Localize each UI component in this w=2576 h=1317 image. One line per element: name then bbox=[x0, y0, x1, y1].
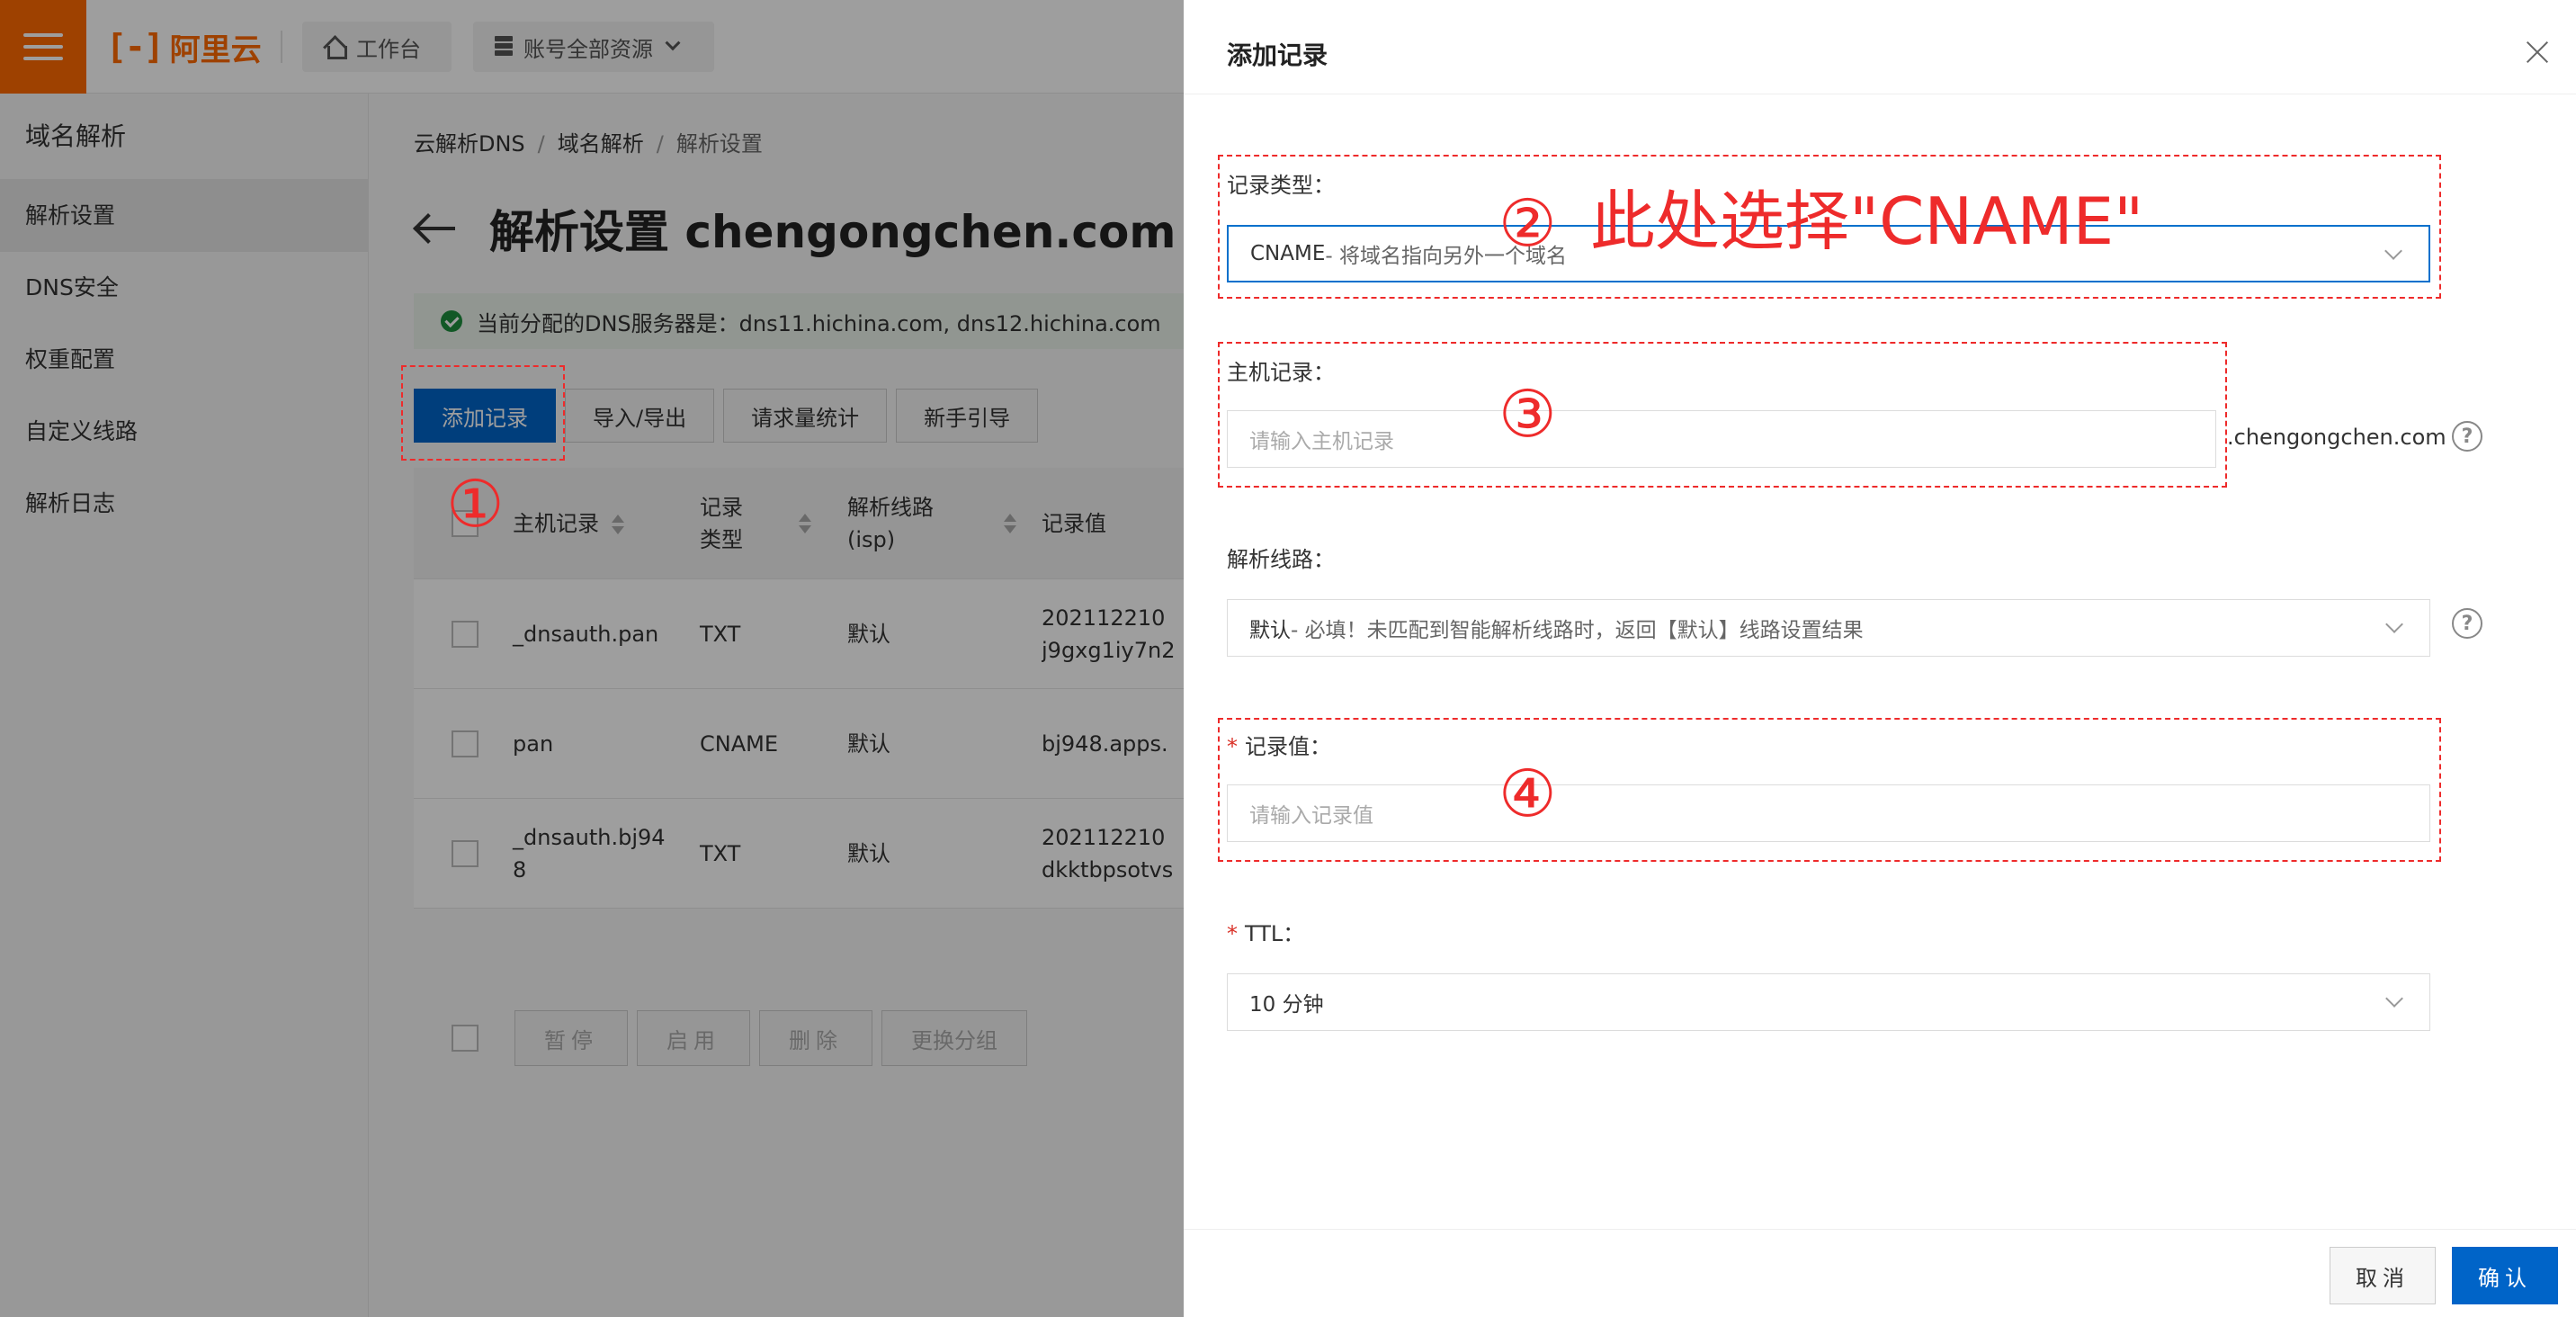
annotation-step-2: ② bbox=[1498, 185, 1557, 261]
confirm-button[interactable]: 确认 bbox=[2452, 1247, 2558, 1304]
ttl-label: * TTL： bbox=[1227, 916, 1304, 947]
cancel-button[interactable]: 取消 bbox=[2330, 1247, 2436, 1304]
chevron-down-icon bbox=[2385, 615, 2403, 633]
resolve-line-hint: - 必填！未匹配到智能解析线路时，返回【默认】线路设置结果 bbox=[1291, 619, 1864, 642]
annotation-box-host-record bbox=[1218, 342, 2227, 488]
domain-suffix: .chengongchen.com bbox=[2227, 425, 2446, 450]
annotation-box-add-record bbox=[401, 365, 565, 461]
annotation-step-4: ④ bbox=[1498, 756, 1557, 831]
help-icon[interactable]: ? bbox=[2452, 421, 2482, 452]
annotation-step-3: ③ bbox=[1498, 376, 1557, 452]
annotation-box-record-value bbox=[1218, 718, 2441, 862]
help-icon[interactable]: ? bbox=[2452, 608, 2482, 639]
resolve-line-select[interactable]: 默认 - 必填！未匹配到智能解析线路时，返回【默认】线路设置结果 bbox=[1227, 599, 2430, 657]
chevron-down-icon bbox=[2385, 990, 2403, 1008]
modal-overlay[interactable] bbox=[0, 0, 1184, 1317]
resolve-line-label: 解析线路： bbox=[1227, 547, 1335, 572]
add-record-drawer: 添加记录 记录类型： CNAME - 将域名指向另外一个域名 主机记录： 请输入主… bbox=[1184, 0, 2576, 1317]
ttl-label-text: TTL： bbox=[1245, 921, 1305, 946]
annotation-step-1: ① bbox=[446, 466, 505, 542]
drawer-title: 添加记录 bbox=[1227, 40, 1328, 70]
divider bbox=[1184, 1229, 2576, 1230]
close-icon[interactable] bbox=[2524, 38, 2551, 65]
ttl-select[interactable]: 10 分钟 bbox=[1227, 973, 2430, 1031]
resolve-line-value: 默认 bbox=[1249, 619, 1291, 642]
annotation-select-cname: 此处选择"CNAME" bbox=[1590, 184, 2144, 259]
ttl-value: 10 分钟 bbox=[1249, 993, 1324, 1017]
required-mark: * bbox=[1227, 921, 1238, 946]
